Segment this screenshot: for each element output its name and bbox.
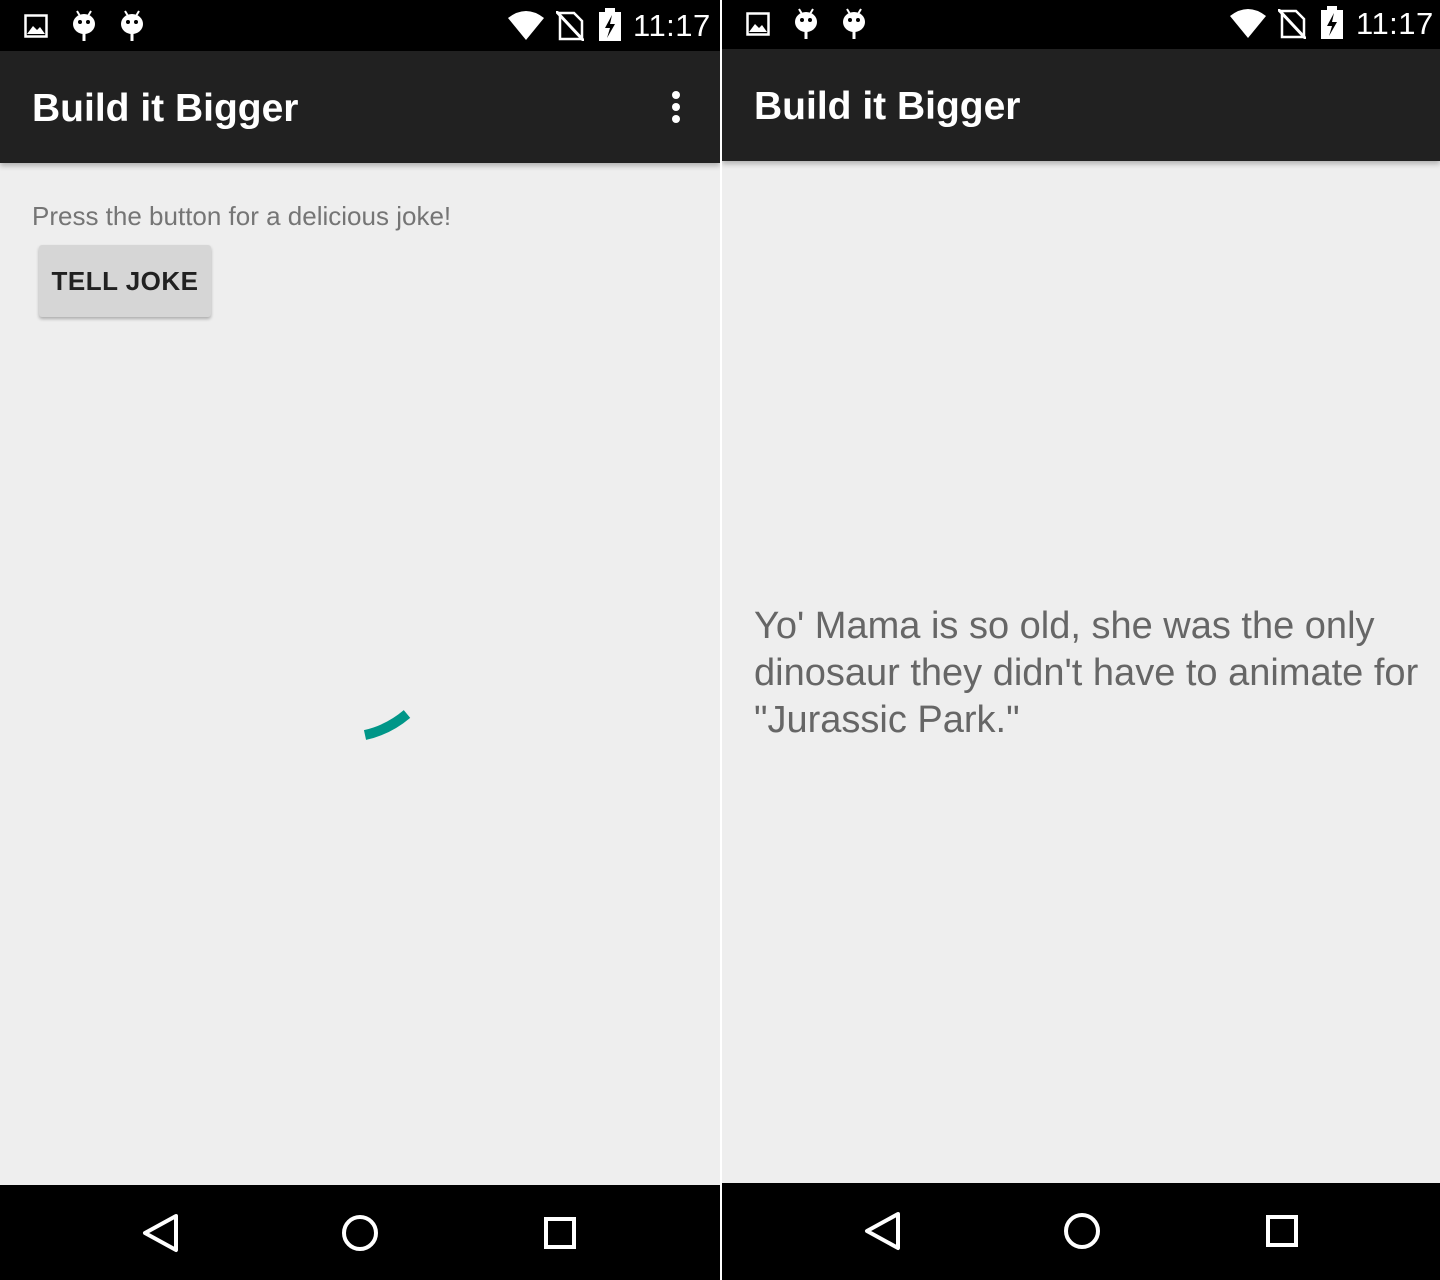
home-button[interactable] (1032, 1183, 1132, 1278)
back-icon (143, 1214, 178, 1252)
joke-activity-screen: 11:17 Build it Bigger Yo' Mama is so old… (722, 0, 1440, 1280)
status-time: 11:17 (1356, 6, 1434, 41)
image-notification-icon (24, 14, 48, 43)
back-button[interactable] (832, 1183, 932, 1278)
no-sim-icon (1276, 7, 1308, 44)
battery-charging-icon (598, 8, 622, 47)
recents-icon (544, 1217, 576, 1249)
main-activity-screen: 11:17 Build it Bigger Press the button f… (0, 0, 720, 1280)
navigation-bar (0, 1185, 720, 1280)
loading-spinner (340, 680, 430, 770)
recents-button[interactable] (1232, 1183, 1332, 1278)
wifi-icon (1229, 8, 1267, 45)
overflow-menu-icon[interactable] (660, 87, 692, 127)
status-time: 11:17 (633, 8, 711, 43)
home-button[interactable] (310, 1185, 410, 1280)
navigation-bar (722, 1183, 1440, 1280)
app-bar: Build it Bigger (722, 49, 1440, 161)
recents-button[interactable] (510, 1185, 610, 1280)
android-notification-icon (794, 8, 818, 45)
app-title: Build it Bigger (32, 87, 299, 130)
android-notification-icon (842, 8, 866, 45)
wifi-icon (507, 10, 545, 47)
android-notification-icon (120, 10, 144, 47)
battery-charging-icon (1320, 6, 1344, 45)
status-bar: 11:17 (722, 0, 1440, 49)
joke-text: Yo' Mama is so old, she was the only din… (754, 605, 1419, 741)
home-icon (342, 1215, 378, 1251)
recents-icon (1266, 1215, 1298, 1247)
back-button[interactable] (110, 1185, 210, 1280)
android-notification-icon (72, 10, 96, 47)
tell-joke-button[interactable]: TELL JOKE (39, 245, 211, 317)
no-sim-icon (554, 9, 586, 46)
back-icon (865, 1212, 900, 1250)
home-icon (1064, 1213, 1100, 1249)
status-bar: 11:17 (0, 0, 720, 51)
joke-prompt-text: Press the button for a delicious joke! (32, 201, 452, 231)
app-title: Build it Bigger (754, 85, 1021, 128)
image-notification-icon (746, 12, 770, 41)
app-bar: Build it Bigger (0, 51, 720, 163)
